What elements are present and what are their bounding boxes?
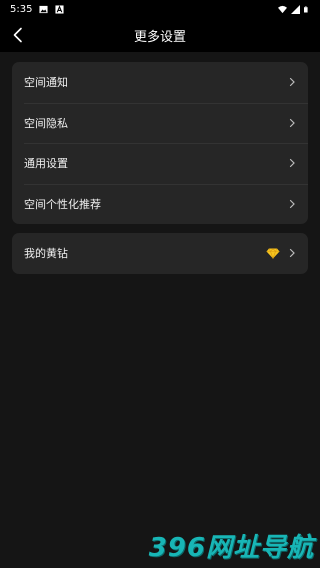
status-left: 5:35 (10, 3, 65, 15)
settings-item-label: 空间通知 (24, 76, 68, 90)
watermark: 396网址导航 (148, 533, 314, 563)
chevron-right-icon (289, 159, 295, 168)
settings-item-general[interactable]: 通用设置 (12, 143, 308, 184)
yellow-diamond-icon (266, 247, 280, 259)
status-right (278, 4, 310, 14)
settings-item-space-notifications[interactable]: 空间通知 (12, 62, 308, 103)
signal-icon (291, 4, 300, 14)
a-icon (55, 4, 65, 14)
wifi-icon (278, 5, 287, 13)
settings-item-personalized-recommendations[interactable]: 空间个性化推荐 (12, 183, 308, 225)
settings-item-label: 空间隐私 (24, 116, 68, 130)
nav-bar: 更多设置 (0, 18, 320, 52)
settings-item-label: 通用设置 (24, 157, 68, 171)
status-bar: 5:35 (0, 0, 320, 18)
chevron-right-icon (289, 78, 295, 87)
yellow-diamond-card: 我的黄钻 (12, 233, 308, 274)
settings-item-yellow-diamond[interactable]: 我的黄钻 (12, 233, 308, 274)
page-title: 更多设置 (133, 29, 186, 45)
back-button[interactable] (9, 26, 27, 44)
settings-card: 空间通知 空间隐私 通用设置 空间个性化推荐 (12, 62, 308, 224)
settings-item-label: 我的黄钻 (24, 247, 68, 261)
chevron-right-icon (289, 118, 295, 127)
chevron-right-icon (289, 249, 295, 258)
chevron-left-icon (13, 27, 22, 43)
settings-item-space-privacy[interactable]: 空间隐私 (12, 102, 308, 144)
battery-icon (304, 6, 308, 12)
image-icon (39, 5, 49, 13)
chevron-right-icon (289, 199, 295, 208)
status-time: 5:35 (10, 3, 33, 15)
settings-item-label: 空间个性化推荐 (24, 197, 101, 211)
